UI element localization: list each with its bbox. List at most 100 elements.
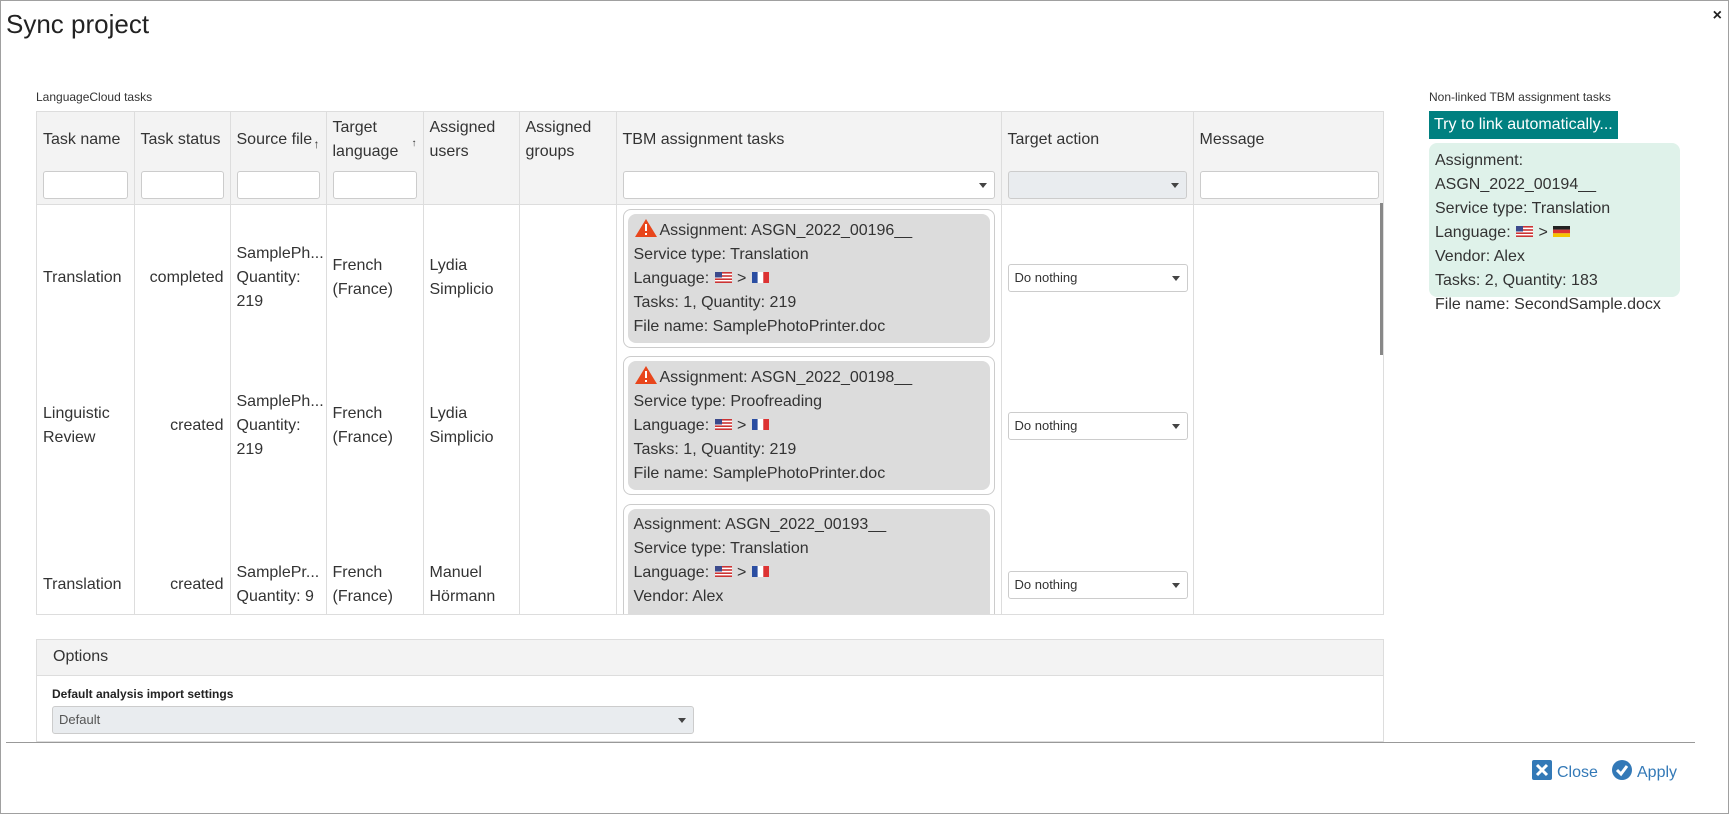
chevron-down-icon [978, 182, 987, 188]
source-file-name: SamplePr... [236, 563, 320, 581]
nonlinked-language-line: Language: > [1435, 221, 1674, 245]
filter-row [37, 168, 1383, 205]
target-language-cell: French (France) [326, 351, 424, 500]
arrow-glyph: > [737, 269, 747, 287]
check-circle-icon [1612, 760, 1632, 780]
source-file-cell: SamplePh... Quantity: 219 [230, 204, 327, 352]
target-action-cell: Do nothing [1001, 204, 1194, 352]
source-file-cell: SamplePr... Quantity: 9 [230, 499, 327, 614]
nonlinked-file: File name: SecondSample.docx [1435, 296, 1661, 313]
nonlinked-vendor: Vendor: Alex [1435, 248, 1525, 265]
apply-button[interactable]: Apply [1611, 759, 1677, 782]
chevron-down-icon [1171, 582, 1180, 588]
nonlinked-assignment: Assignment: ASGN_2022_00194__ [1435, 152, 1597, 193]
filter-target-language-input[interactable] [332, 170, 417, 199]
col-header-source-file[interactable]: Source file ↑ [230, 112, 327, 168]
tbm-assignment: Assignment: ASGN_2022_00193__ [633, 515, 887, 533]
col-header-tbm-tasks[interactable]: TBM assignment tasks [616, 112, 1002, 168]
source-file-name: SamplePh... [236, 245, 324, 262]
tbm-card-body: Assignment: ASGN_2022_00196__ Service ty… [627, 213, 990, 343]
chevron-down-icon [1170, 182, 1179, 188]
tbm-service: Service type: Translation [633, 539, 809, 557]
tbm-file: File name: SamplePhotoPrinter.doc [633, 465, 886, 482]
try-link-automatically-button[interactable]: Try to link automatically... [1429, 111, 1618, 139]
col-header-assigned-users[interactable]: Assigned users [423, 112, 520, 168]
sort-asc-icon[interactable]: ↑ [314, 132, 320, 156]
tasks-table: Task name Task status Source file ↑ Targe… [37, 112, 1383, 615]
filter-target-action-select [1007, 170, 1187, 199]
header-row: Task name Task status Source file ↑ Targe… [37, 112, 1383, 168]
tbm-card-overflow [634, 609, 984, 615]
grid-scrollbar[interactable] [1380, 203, 1383, 355]
us-flag-icon [1516, 226, 1534, 237]
nonlinked-language-label: Language: [1435, 224, 1511, 241]
fr-flag-icon [751, 271, 769, 283]
source-file-quantity: Quantity: 9 [236, 587, 314, 605]
source-file-name: SamplePh... [236, 392, 324, 410]
tbm-cell: Assignment: ASGN_2022_00198__ Service ty… [616, 351, 1002, 500]
col-header-task-name[interactable]: Task name [37, 112, 135, 168]
default-analysis-label: Default analysis import settings [52, 687, 234, 701]
col-header-target-action[interactable]: Target action [1001, 112, 1194, 168]
filter-tbm-select[interactable] [622, 170, 995, 199]
assigned-users-cell: Manuel Hörmann [423, 499, 520, 614]
target-action-select[interactable]: Do nothing [1007, 264, 1188, 292]
tbm-card[interactable]: Assignment: ASGN_2022_00193__ Service ty… [622, 503, 995, 615]
target-action-select[interactable]: Do nothing [1007, 570, 1188, 599]
de-flag-icon [1553, 226, 1571, 237]
tbm-assignment: Assignment: ASGN_2022_00196__ [659, 221, 913, 239]
apply-button-label: Apply [1637, 764, 1678, 781]
tbm-assignment: Assignment: ASGN_2022_00198__ [659, 369, 913, 386]
tasks-grid: Task name Task status Source file ↑ Targe… [36, 111, 1384, 615]
col-header-target-language[interactable]: Target language ↑ [326, 112, 424, 168]
close-button[interactable]: Close [1531, 759, 1598, 782]
tbm-card[interactable]: Assignment: ASGN_2022_00198__ Service ty… [622, 356, 995, 495]
warning-icon [634, 218, 657, 237]
target-action-cell: Do nothing [1001, 499, 1194, 614]
filter-task-name-input[interactable] [43, 170, 128, 199]
filter-cell-empty [519, 168, 617, 205]
col-header-task-status[interactable]: Task status [134, 112, 231, 168]
col-header-message[interactable]: Message [1193, 112, 1383, 168]
filter-task-status-input[interactable] [140, 170, 224, 199]
filter-message-input[interactable] [1199, 170, 1379, 199]
col-header-assigned-groups[interactable]: Assigned groups [519, 112, 617, 168]
sort-asc-icon[interactable]: ↑ [412, 132, 417, 156]
chevron-down-icon [1171, 423, 1180, 429]
source-file-cell: SamplePh... Quantity: 219 [230, 351, 327, 500]
filter-source-file-input[interactable] [236, 170, 320, 199]
target-action-value: Do nothing [1014, 270, 1078, 285]
assigned-groups-cell [519, 351, 617, 500]
task-status-cell: created [134, 499, 231, 614]
task-name-cell: Translation [37, 499, 135, 614]
table-row[interactable]: Translation completed SamplePh... Quantit… [37, 204, 1383, 352]
non-linked-tbm-card[interactable]: Assignment: ASGN_2022_00194__ Service ty… [1429, 143, 1680, 313]
nonlinked-tasks: Tasks: 2, Quantity: 183 [1435, 272, 1598, 289]
message-cell [1193, 499, 1383, 614]
close-icon[interactable]: × [1713, 7, 1722, 25]
col-header-source-file-label: Source file [236, 131, 313, 148]
tbm-card[interactable]: Assignment: ASGN_2022_00196__ Service ty… [622, 208, 995, 348]
options-header[interactable]: Options [37, 640, 1383, 676]
table-row[interactable]: Linguistic Review created SamplePh... Qua… [37, 351, 1383, 500]
tbm-cell: Assignment: ASGN_2022_00193__ Service ty… [616, 499, 1002, 615]
warning-icon [634, 366, 657, 384]
tbm-language-label: Language: [633, 269, 710, 287]
fr-flag-icon [751, 419, 769, 430]
task-name-cell: Linguistic Review [37, 351, 135, 500]
default-analysis-select[interactable]: Default [52, 706, 694, 734]
message-cell [1193, 204, 1383, 352]
tbm-file: File name: SamplePhotoPrinter.doc [633, 317, 886, 335]
dialog-title: Sync project [6, 9, 150, 39]
default-analysis-value: Default [59, 712, 101, 727]
target-action-select[interactable]: Do nothing [1007, 411, 1188, 440]
target-action-cell: Do nothing [1001, 351, 1194, 500]
table-row[interactable]: Translation created SamplePr... Quantity:… [37, 499, 1383, 615]
task-status-cell: completed [134, 204, 231, 352]
languagecloud-tasks-label: LanguageCloud tasks [36, 90, 153, 104]
close-button-label: Close [1557, 764, 1598, 781]
target-language-cell: French (France) [326, 499, 424, 614]
us-flag-icon [714, 565, 732, 577]
target-language-cell: French (France) [326, 204, 424, 352]
fr-flag-icon [751, 565, 769, 577]
